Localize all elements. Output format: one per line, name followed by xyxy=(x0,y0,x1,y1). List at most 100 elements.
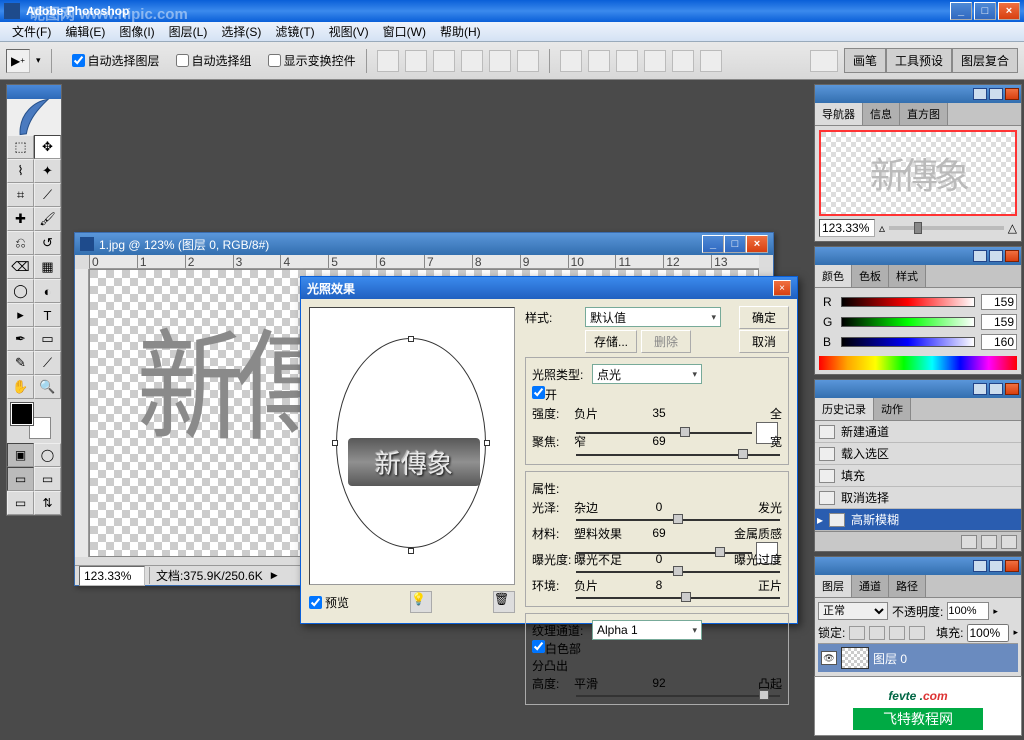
eyedropper-tool[interactable]: ⟋ xyxy=(34,351,61,375)
menu-select[interactable]: 选择(S) xyxy=(215,21,267,42)
panel-max-icon[interactable] xyxy=(989,383,1003,395)
foreground-color-swatch[interactable] xyxy=(11,403,33,425)
menu-help[interactable]: 帮助(H) xyxy=(434,21,487,42)
trash-icon[interactable]: 🗑 xyxy=(493,591,515,613)
tab-history[interactable]: 历史记录 xyxy=(815,398,874,420)
screen-full-menu-button[interactable]: ▭ xyxy=(34,467,61,491)
blend-mode-dropdown[interactable]: 正常 xyxy=(818,602,888,620)
gloss-slider[interactable] xyxy=(576,519,780,521)
tab-swatches[interactable]: 色板 xyxy=(852,265,889,287)
align-hcenter-icon[interactable] xyxy=(489,50,511,72)
r-slider[interactable] xyxy=(841,297,975,307)
crop-tool[interactable]: ⌗ xyxy=(7,183,34,207)
panel-min-icon[interactable] xyxy=(973,560,987,572)
zoom-field[interactable]: 123.33% xyxy=(79,566,145,586)
brush-tool[interactable]: 🖌 xyxy=(34,207,61,231)
move-tool[interactable]: ✥ xyxy=(34,135,61,159)
panel-close-icon[interactable] xyxy=(1005,383,1019,395)
r-input[interactable] xyxy=(981,294,1017,310)
palette-tab-presets[interactable]: 工具预设 xyxy=(886,48,952,73)
style-dropdown[interactable]: 默认值▾ xyxy=(585,307,721,327)
pen-tool[interactable]: ✒ xyxy=(7,327,34,351)
menu-view[interactable]: 视图(V) xyxy=(323,21,375,42)
blur-tool[interactable]: ◯ xyxy=(7,279,34,303)
minimize-button[interactable]: _ xyxy=(950,2,972,20)
distribute-right-icon[interactable] xyxy=(700,50,722,72)
spectrum-ramp[interactable] xyxy=(819,356,1017,370)
dialog-close-button[interactable]: × xyxy=(773,280,791,296)
lock-transparency-icon[interactable] xyxy=(849,626,865,640)
panel-max-icon[interactable] xyxy=(989,250,1003,262)
texture-channel-dropdown[interactable]: Alpha 1▾ xyxy=(592,620,702,640)
menu-filter[interactable]: 滤镜(T) xyxy=(269,21,320,42)
tab-actions[interactable]: 动作 xyxy=(874,398,911,420)
panel-min-icon[interactable] xyxy=(973,250,987,262)
palette-tab-brushes[interactable]: 画笔 xyxy=(844,48,886,73)
history-new-doc-icon[interactable] xyxy=(981,535,997,549)
stamp-tool[interactable]: ⎌ xyxy=(7,231,34,255)
tab-channels[interactable]: 通道 xyxy=(852,575,889,597)
screen-full-button[interactable]: ▭ xyxy=(7,491,34,515)
g-slider[interactable] xyxy=(841,317,975,327)
history-item[interactable]: 载入选区 xyxy=(815,443,1021,465)
notes-tool[interactable]: ✎ xyxy=(7,351,34,375)
distribute-left-icon[interactable] xyxy=(644,50,666,72)
palette-tab-layercomps[interactable]: 图层复合 xyxy=(952,48,1018,73)
history-item[interactable]: 取消选择 xyxy=(815,487,1021,509)
doc-size-info[interactable]: 文档:375.9K/250.6K xyxy=(149,567,269,584)
zoom-in-icon[interactable]: △ xyxy=(1008,221,1017,235)
light-handle[interactable] xyxy=(408,336,414,342)
dialog-titlebar[interactable]: 光照效果 × xyxy=(301,277,797,299)
white-high-checkbox[interactable]: 白色部分凸出 xyxy=(532,640,588,674)
document-titlebar[interactable]: 1.jpg @ 123% (图层 0, RGB/8#) _ □ × xyxy=(75,233,773,255)
doc-close-button[interactable]: × xyxy=(746,235,768,253)
auto-select-group-checkbox[interactable]: 自动选择组 xyxy=(176,52,252,69)
slice-tool[interactable]: ⟋ xyxy=(34,183,61,207)
distribute-top-icon[interactable] xyxy=(560,50,582,72)
layer-name[interactable]: 图层 0 xyxy=(873,650,907,667)
history-item-current[interactable]: ▸高斯模糊 xyxy=(815,509,1021,531)
lock-all-icon[interactable] xyxy=(909,626,925,640)
maximize-button[interactable]: □ xyxy=(974,2,996,20)
lightbulb-icon[interactable]: 💡 xyxy=(410,591,432,613)
lighting-preview[interactable]: 新傳象 xyxy=(309,307,515,585)
hand-tool[interactable]: ✋ xyxy=(7,375,34,399)
b-slider[interactable] xyxy=(841,337,975,347)
lock-pixels-icon[interactable] xyxy=(869,626,885,640)
show-transform-checkbox[interactable]: 显示变换控件 xyxy=(268,52,356,69)
align-bottom-icon[interactable] xyxy=(433,50,455,72)
dodge-tool[interactable]: ◐ xyxy=(34,279,61,303)
g-input[interactable] xyxy=(981,314,1017,330)
menu-image[interactable]: 图像(I) xyxy=(113,21,160,42)
doc-minimize-button[interactable]: _ xyxy=(702,235,724,253)
history-item[interactable]: 填充 xyxy=(815,465,1021,487)
menu-window[interactable]: 窗口(W) xyxy=(377,21,432,42)
layer-thumbnail[interactable] xyxy=(841,647,869,669)
light-handle[interactable] xyxy=(332,440,338,446)
lock-position-icon[interactable] xyxy=(889,626,905,640)
history-brush-tool[interactable]: ↺ xyxy=(34,231,61,255)
distribute-bottom-icon[interactable] xyxy=(616,50,638,72)
align-top-icon[interactable] xyxy=(377,50,399,72)
ambience-slider[interactable] xyxy=(576,597,780,599)
tab-layers[interactable]: 图层 xyxy=(815,575,852,597)
delete-style-button[interactable]: 删除 xyxy=(641,330,691,353)
heal-tool[interactable]: ✚ xyxy=(7,207,34,231)
preview-checkbox[interactable]: 预览 xyxy=(309,594,349,611)
navigator-zoom-slider[interactable] xyxy=(889,226,1004,230)
tab-info[interactable]: 信息 xyxy=(863,103,900,125)
lasso-tool[interactable]: ⌇ xyxy=(7,159,34,183)
tab-styles[interactable]: 样式 xyxy=(889,265,926,287)
quickmask-mode-button[interactable]: ◯ xyxy=(34,443,61,467)
menu-layer[interactable]: 图层(L) xyxy=(163,21,214,42)
menu-file[interactable]: 文件(F) xyxy=(6,21,57,42)
shape-tool[interactable]: ▭ xyxy=(34,327,61,351)
ok-button[interactable]: 确定 xyxy=(739,306,789,329)
history-delete-icon[interactable] xyxy=(1001,535,1017,549)
intensity-slider[interactable] xyxy=(576,432,752,434)
opacity-input[interactable] xyxy=(947,602,989,620)
layer-visibility-icon[interactable]: 👁 xyxy=(821,651,837,665)
close-button[interactable]: × xyxy=(998,2,1020,20)
eraser-tool[interactable]: ⌫ xyxy=(7,255,34,279)
history-new-snapshot-icon[interactable] xyxy=(961,535,977,549)
